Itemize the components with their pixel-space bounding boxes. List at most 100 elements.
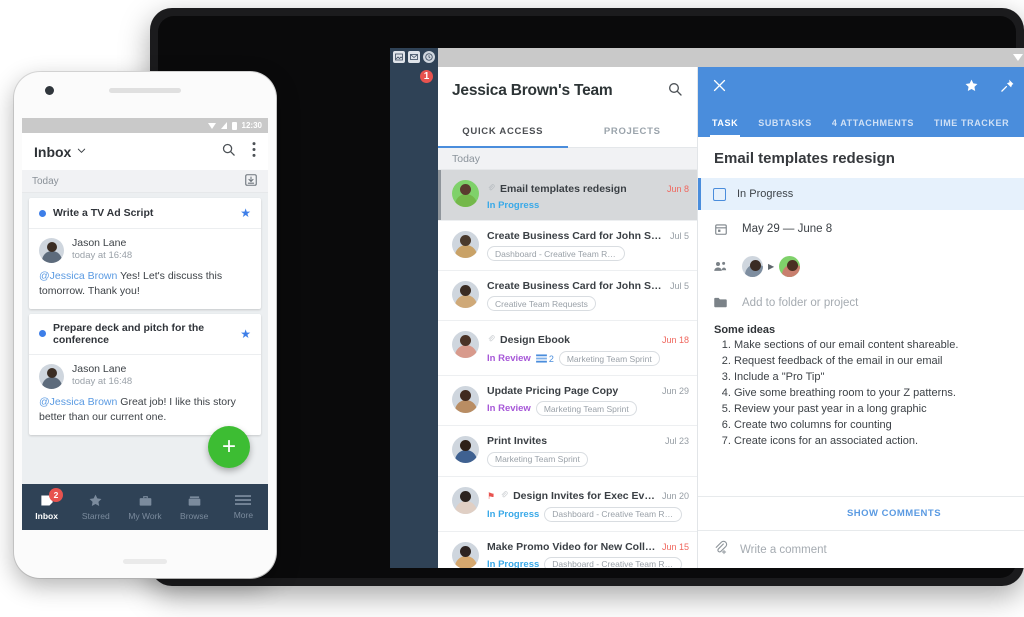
project-chip[interactable]: Marketing Team Sprint xyxy=(558,351,660,367)
table-row[interactable]: ⚑ Design Invites for Exec Event Jun 20 In P… xyxy=(438,477,697,532)
assignee-group[interactable]: ▶ xyxy=(742,256,801,277)
author-name: Jason Lane xyxy=(72,363,127,376)
task-dates-field[interactable]: May 29 — June 8 xyxy=(698,210,1024,247)
author-time: today at 16:48 xyxy=(72,376,133,388)
task-name: Design Ebook xyxy=(500,334,571,347)
list-item[interactable]: Prepare deck and pitch for the conferenc… xyxy=(29,313,261,435)
author-row: Jason Lane today at 16:48 xyxy=(39,363,251,389)
clock-icon[interactable] xyxy=(423,51,435,63)
phone-clock: 12:30 xyxy=(241,121,262,130)
list-item: Create icons for an associated action. xyxy=(734,434,1024,449)
nav-item-starred[interactable]: Starred xyxy=(71,484,120,530)
image-icon[interactable] xyxy=(393,51,405,63)
table-row[interactable]: Print Invites Jul 23 Marketing Team Sprint xyxy=(438,426,697,477)
mention-link[interactable]: @Jessica Brown xyxy=(39,396,117,408)
table-row[interactable]: Update Pricing Page Copy Jun 29 In Review M… xyxy=(438,376,697,427)
project-chip[interactable]: Marketing Team Sprint xyxy=(487,451,588,467)
row-meta: Creative Team Requests xyxy=(487,296,689,312)
task-folder-field[interactable]: Add to folder or project xyxy=(698,286,1024,319)
row-content: Create Business Card for John Smith Jul 5… xyxy=(487,280,689,312)
star-icon xyxy=(88,493,103,508)
project-chip[interactable]: Dashboard - Creative Team Requ... xyxy=(544,556,683,568)
nav-item-more[interactable]: More xyxy=(219,484,268,530)
tab-task[interactable]: TASK xyxy=(709,109,741,137)
task-detail-toolbar xyxy=(698,67,1024,109)
search-icon[interactable] xyxy=(221,142,236,162)
tab-subtasks[interactable]: SUBTASKS xyxy=(758,109,812,137)
avatar xyxy=(452,281,479,309)
task-due-date: Jun 20 xyxy=(661,490,689,501)
row-title-line: ⚑ Design Invites for Exec Event Jun 20 xyxy=(487,486,689,504)
add-button[interactable]: + xyxy=(208,426,250,468)
overflow-menu-icon[interactable] xyxy=(252,141,256,162)
list-item: Make sections of our email content share… xyxy=(734,338,1024,353)
nav-badge: 2 xyxy=(49,488,63,502)
mail-icon[interactable] xyxy=(408,51,420,63)
table-row[interactable]: Design Ebook Jun 18 In Review 2 Marketing Te… xyxy=(438,321,697,377)
project-chip[interactable]: Dashboard - Creative Team Requests xyxy=(487,246,625,262)
task-assignees-field[interactable]: ▶ xyxy=(698,247,1024,286)
avatar[interactable] xyxy=(779,256,801,277)
app-rail: 1 xyxy=(390,48,438,568)
tab-time-tracker[interactable]: TIME TRACKER xyxy=(934,109,1009,137)
task-detail-tabs: TASK SUBTASKS 4 ATTACHMENTS TIME TRACKER xyxy=(698,109,1024,137)
row-meta: In Review Marketing Team Sprint xyxy=(487,401,689,417)
task-due-date: Jul 23 xyxy=(664,436,689,447)
nav-label: Starred xyxy=(81,511,110,521)
search-icon[interactable] xyxy=(667,81,683,102)
tablet-status-bar: 86% 15:17 xyxy=(390,48,1024,67)
tab-projects[interactable]: PROJECTS xyxy=(568,115,698,147)
card-message: @Jessica Brown Yes! Let's discuss this t… xyxy=(39,269,251,299)
avatar xyxy=(452,436,479,464)
nav-item-inbox[interactable]: 2 Inbox xyxy=(22,484,71,530)
archive-icon[interactable] xyxy=(244,173,258,190)
table-row[interactable]: Create Business Card for John Smith Jul 5… xyxy=(438,271,697,322)
card-message: @Jessica Brown Great job! I like this st… xyxy=(39,395,251,425)
list-item[interactable]: Write a TV Ad Script ★ Jason Lane today at … xyxy=(29,198,261,309)
phone-bottom-bezel xyxy=(14,530,276,578)
project-chip[interactable]: Dashboard - Creative Team Requ... xyxy=(544,506,683,522)
star-icon[interactable] xyxy=(964,78,979,98)
task-status-label: In Progress xyxy=(737,188,794,200)
table-row[interactable]: Email templates redesign Jun 8 In Progress xyxy=(438,170,697,221)
table-row[interactable]: Create Business Card for John Smith Jul 5… xyxy=(438,221,697,272)
close-icon[interactable] xyxy=(712,78,727,98)
phone-section-header: Today xyxy=(22,170,268,193)
people-icon xyxy=(712,259,729,274)
star-icon[interactable]: ★ xyxy=(240,327,251,341)
nav-item-browse[interactable]: Browse xyxy=(170,484,219,530)
task-complete-checkbox[interactable] xyxy=(713,187,726,201)
status-badge: In Progress xyxy=(487,558,540,568)
list-item: Create two columns for counting xyxy=(734,418,1024,433)
mention-link[interactable]: @Jessica Brown xyxy=(39,270,117,282)
comment-input[interactable]: Write a comment xyxy=(740,544,1019,556)
show-comments-button[interactable]: SHOW COMMENTS xyxy=(698,496,1024,530)
list-item: Review your past year in a long graphic xyxy=(734,402,1024,417)
task-status-row[interactable]: In Progress ▼ xyxy=(698,178,1024,210)
project-chip[interactable]: Marketing Team Sprint xyxy=(535,401,637,417)
row-title-line: Email templates redesign Jun 8 xyxy=(487,179,689,197)
card-header: Prepare deck and pitch for the conferenc… xyxy=(29,314,261,355)
assign-arrow-icon: ▶ xyxy=(768,262,775,271)
card-header: Write a TV Ad Script ★ xyxy=(29,198,261,229)
task-due-date: Jun 8 xyxy=(666,184,689,194)
star-icon[interactable]: ★ xyxy=(240,206,251,220)
inbox-title: Inbox xyxy=(34,143,72,160)
tab-4-attachments[interactable]: 4 ATTACHMENTS xyxy=(832,109,914,137)
author-time: today at 16:48 xyxy=(72,250,133,262)
task-description[interactable]: Some ideas Make sections of our email co… xyxy=(698,319,1024,450)
team-title: Jessica Brown's Team xyxy=(452,82,613,99)
row-meta: Marketing Team Sprint xyxy=(487,451,689,467)
status-badge: In Progress xyxy=(487,508,540,520)
tab-quick-access[interactable]: QUICK ACCESS xyxy=(438,115,568,148)
nav-item-my-work[interactable]: My Work xyxy=(120,484,169,530)
attach-icon[interactable] xyxy=(712,539,728,560)
chevron-down-icon[interactable] xyxy=(76,143,87,161)
avatar[interactable] xyxy=(742,256,763,277)
row-title-line: Design Ebook Jun 18 xyxy=(487,330,689,348)
row-meta: Dashboard - Creative Team Requests xyxy=(487,246,689,262)
project-chip[interactable]: Creative Team Requests xyxy=(487,296,596,312)
status-badge: In Review xyxy=(487,403,531,415)
table-row[interactable]: Make Promo Video for New Collection Jun 1… xyxy=(438,532,697,568)
pin-icon[interactable] xyxy=(1000,78,1015,98)
